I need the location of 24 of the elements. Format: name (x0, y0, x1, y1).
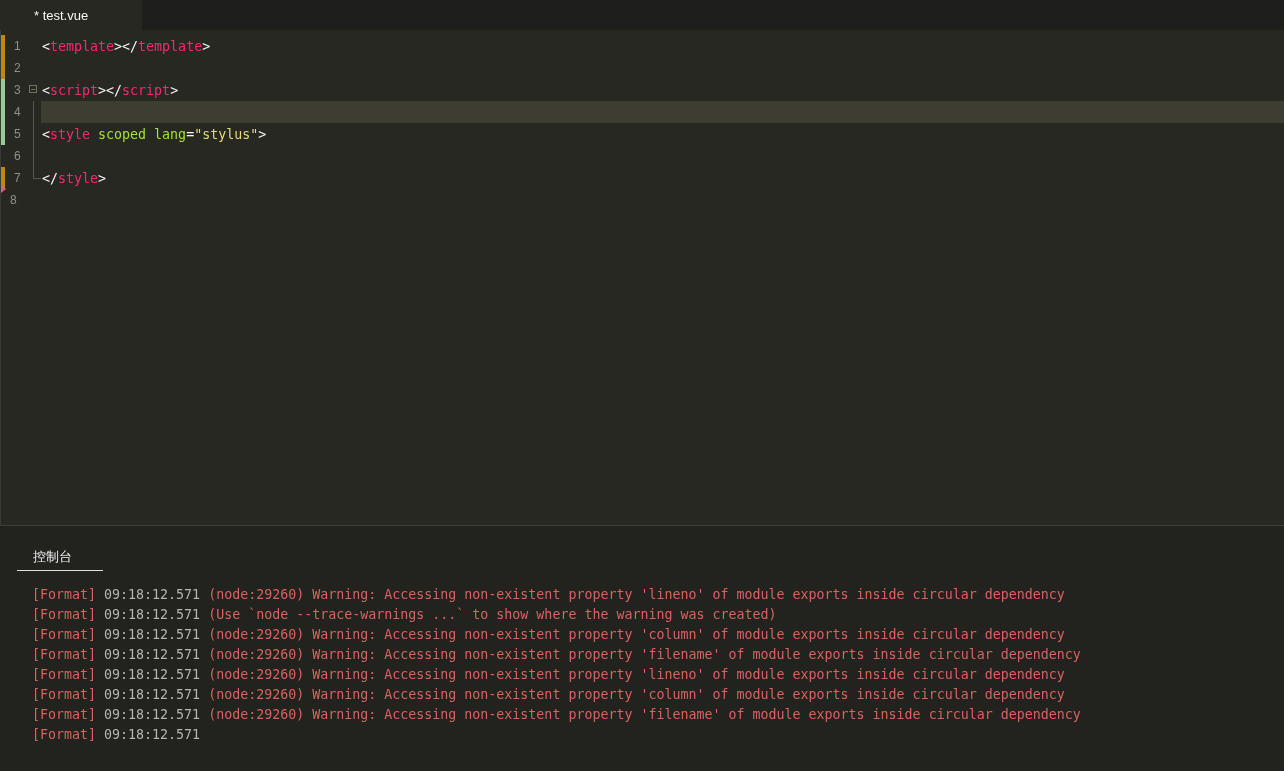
line-number: 7 (14, 171, 22, 185)
console-log-line: [Format] 09:18:12.571 (Use `node --trace-warnings ...` to show where the warning was created) (32, 607, 778, 624)
console-tab[interactable]: 控制台 (17, 544, 103, 571)
line-number: 5 (14, 127, 22, 141)
console-log-line: [Format] 09:18:12.571 (node:29260) Warning: Accessing non-existent property 'column' of module exports inside circular dependency (32, 687, 1066, 704)
file-tab[interactable]: * test.vue (0, 0, 142, 30)
console-log-line: [Format] 09:18:12.571 (node:29260) Warning: Accessing non-existent property 'filename' of module exports inside circular dependency (32, 647, 1082, 664)
console-log-line: [Format] 09:18:12.571 (32, 727, 202, 744)
code-editor[interactable]: 1 <template></template> 2 3 <script></script> 4 5 <style scoped lang="stylus"> 6 7 </style> 8 (0, 30, 1284, 526)
console-log-line: [Format] 09:18:12.571 (node:29260) Warning: Accessing non-existent property 'filename' of module exports inside circular dependency (32, 707, 1082, 724)
console-log-line: [Format] 09:18:12.571 (node:29260) Warning: Accessing non-existent property 'lineno' of module exports inside circular dependency (32, 587, 1066, 604)
line-number: 3 (14, 83, 22, 97)
line-number: 1 (14, 39, 22, 53)
code-line: <style scoped lang="stylus"> (41, 125, 268, 144)
line-number: 4 (14, 105, 22, 119)
console-log-line: [Format] 09:18:12.571 (node:29260) Warning: Accessing non-existent property 'column' of module exports inside circular dependency (32, 627, 1066, 644)
console-log-line: [Format] 09:18:12.571 (node:29260) Warning: Accessing non-existent property 'lineno' of module exports inside circular dependency (32, 667, 1066, 684)
code-line: </style> (41, 169, 108, 188)
line-number: 6 (14, 149, 22, 163)
line-number: 8 (10, 193, 18, 207)
code-line: <script></script> (41, 81, 180, 100)
fold-icon[interactable] (29, 85, 37, 93)
code-line: <template></template> (41, 37, 212, 56)
line-number: 2 (14, 61, 22, 75)
